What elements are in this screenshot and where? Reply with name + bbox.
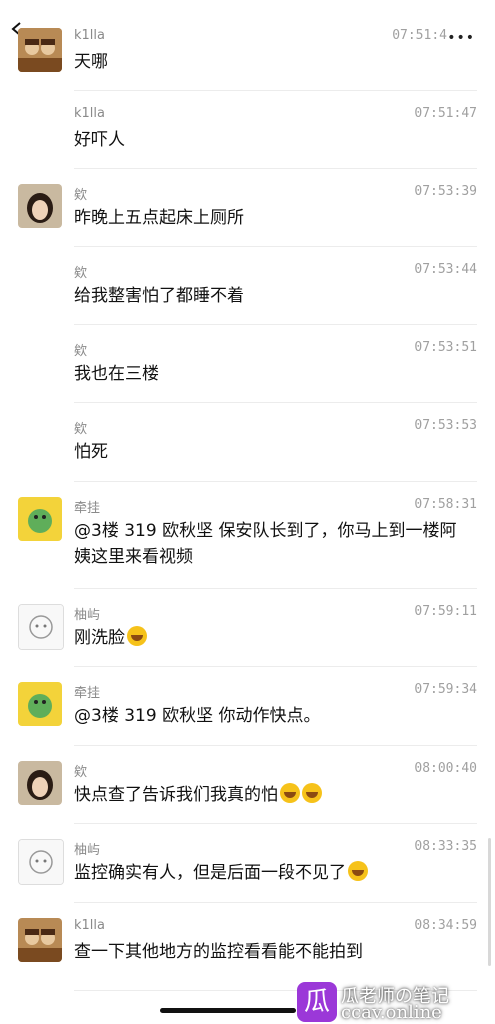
message-time: 07:53:44 bbox=[414, 262, 477, 277]
message-divider bbox=[74, 823, 477, 824]
home-indicator[interactable] bbox=[160, 1008, 296, 1013]
girl-avatar[interactable] bbox=[18, 184, 62, 228]
message-time: 07:59:34 bbox=[414, 682, 477, 697]
message-text: 快点查了告诉我们我真的怕 bbox=[74, 782, 474, 808]
message-time: 07:51:4 bbox=[392, 28, 447, 43]
message-divider bbox=[74, 246, 477, 247]
sender-name: 欸 bbox=[74, 765, 88, 780]
message-text: @3楼 319 欧秋坚 保安队长到了，你马上到一楼阿姨这里来看视频 bbox=[74, 521, 457, 567]
message-text: 怕死 bbox=[74, 442, 108, 462]
more-options-icon[interactable]: ••• bbox=[447, 30, 475, 46]
cartoon-avatar[interactable] bbox=[18, 682, 62, 726]
message-text: 好吓人 bbox=[74, 130, 125, 150]
watermark-url: ccav.online bbox=[341, 1002, 442, 1023]
watermark-logo: 瓜 bbox=[297, 982, 337, 1022]
sender-name: k1lla bbox=[74, 28, 105, 43]
message-divider bbox=[74, 902, 477, 903]
message-text: 天哪 bbox=[74, 52, 108, 72]
message-text: @3楼 319 欧秋坚 你动作快点。 bbox=[74, 706, 321, 726]
message-text-content: 刚洗脸 bbox=[74, 628, 125, 648]
message-time: 08:33:35 bbox=[414, 839, 477, 854]
message-divider bbox=[74, 90, 477, 91]
laugh-cry-emoji-icon bbox=[348, 861, 368, 881]
watermark: 瓜 瓜老师の笔记 ccav.online bbox=[297, 980, 487, 1024]
message-text: 监控确实有人，但是后面一段不见了 bbox=[74, 860, 474, 886]
crying-emoji-icon bbox=[302, 783, 322, 803]
message-time: 07:59:11 bbox=[414, 604, 477, 619]
message-time: 07:53:39 bbox=[414, 184, 477, 199]
message-time: 07:51:47 bbox=[414, 106, 477, 121]
message-divider bbox=[74, 666, 477, 667]
message-time: 08:34:59 bbox=[414, 918, 477, 933]
cartoon-avatar[interactable] bbox=[18, 497, 62, 541]
sender-name: 欸 bbox=[74, 188, 88, 203]
message-divider bbox=[74, 588, 477, 589]
message-divider bbox=[74, 324, 477, 325]
message-text-content: 监控确实有人，但是后面一段不见了 bbox=[74, 863, 346, 883]
sender-name: 柚屿 bbox=[74, 608, 101, 623]
girl-avatar[interactable] bbox=[18, 761, 62, 805]
sender-name: 欸 bbox=[74, 344, 88, 359]
laugh-cry-emoji-icon bbox=[127, 626, 147, 646]
message-time: 08:00:40 bbox=[414, 761, 477, 776]
sender-name: k1lla bbox=[74, 918, 105, 933]
sketch-avatar[interactable] bbox=[18, 604, 64, 650]
message-divider bbox=[74, 481, 477, 482]
sender-name: 欸 bbox=[74, 422, 88, 437]
message-text: 我也在三楼 bbox=[74, 364, 159, 384]
k1lla-avatar[interactable] bbox=[18, 28, 62, 72]
crying-emoji-icon bbox=[280, 783, 300, 803]
message-divider bbox=[74, 402, 477, 403]
message-divider bbox=[74, 168, 477, 169]
message-time: 07:53:53 bbox=[414, 418, 477, 433]
scrollbar[interactable] bbox=[488, 838, 491, 966]
sender-name: 欸 bbox=[74, 266, 88, 281]
message-text: 刚洗脸 bbox=[74, 625, 474, 651]
sender-name: 牵挂 bbox=[74, 686, 101, 701]
sender-name: k1lla bbox=[74, 106, 105, 121]
message-time: 07:53:51 bbox=[414, 340, 477, 355]
sender-name: 牵挂 bbox=[74, 501, 101, 516]
k1lla-avatar[interactable] bbox=[18, 918, 62, 962]
message-text: 昨晚上五点起床上厕所 bbox=[74, 208, 244, 228]
sender-name: 柚屿 bbox=[74, 843, 101, 858]
message-text: 给我整害怕了都睡不着 bbox=[74, 286, 244, 306]
message-text-content: 快点查了告诉我们我真的怕 bbox=[74, 785, 278, 805]
sketch-avatar[interactable] bbox=[18, 839, 64, 885]
top-bar: ••• bbox=[0, 0, 495, 46]
message-time: 07:58:31 bbox=[414, 497, 477, 512]
message-text: 查一下其他地方的监控看看能不能拍到 bbox=[74, 942, 363, 962]
message-divider bbox=[74, 745, 477, 746]
